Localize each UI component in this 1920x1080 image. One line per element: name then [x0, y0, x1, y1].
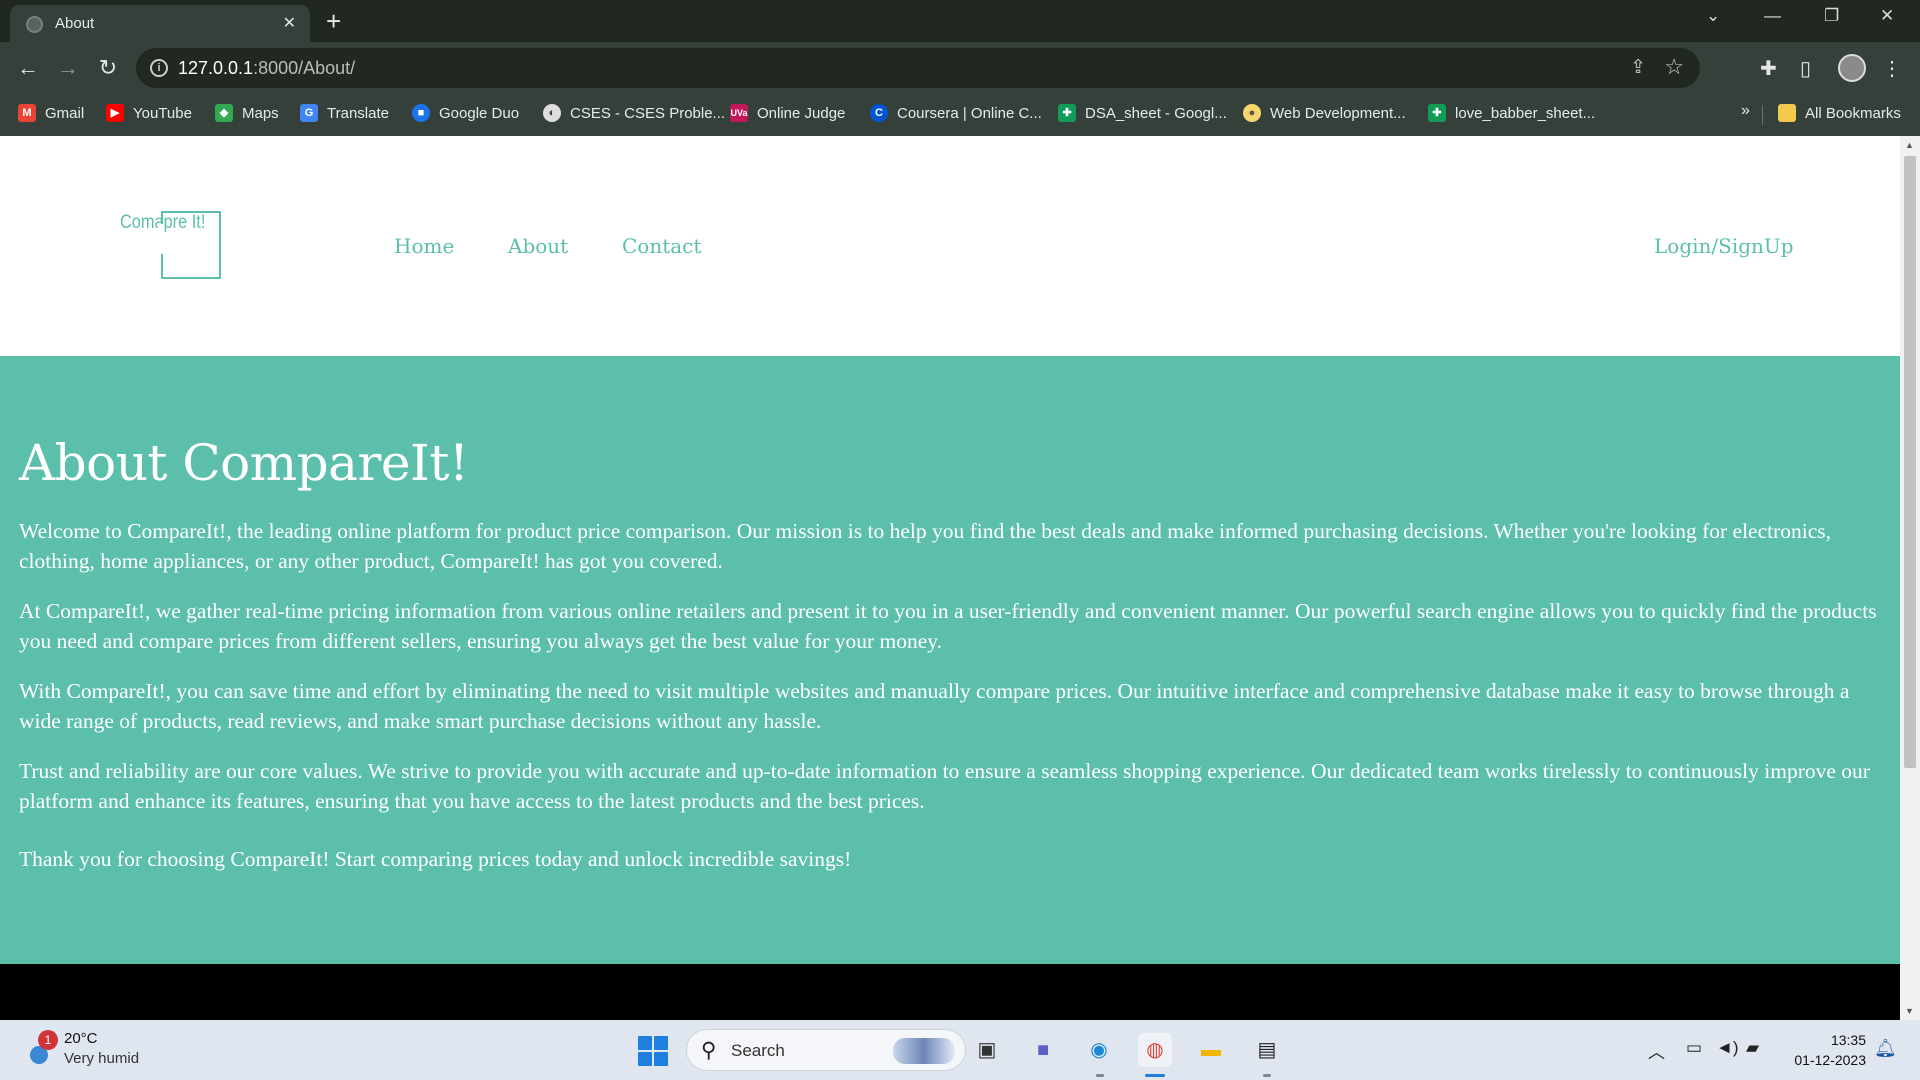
bookmark-cses[interactable]: ◐ CSES - CSES Proble...: [543, 96, 725, 130]
scrollbar-thumb[interactable]: [1904, 156, 1916, 768]
network-icon[interactable]: ▭: [1686, 1038, 1702, 1058]
bookmarks-divider: [1762, 105, 1763, 125]
sheets-icon: ✚: [1058, 104, 1076, 122]
show-hidden-icons-icon[interactable]: ︿: [1648, 1038, 1665, 1063]
search-highlight-image: [893, 1038, 955, 1064]
about-paragraph-5: Thank you for choosing CompareIt! Start …: [19, 847, 852, 871]
browser-toolbar: ← → ↻ i 127.0.0.1:8000/About/ ⇪ ☆ ✚ ▯ ⋮: [0, 42, 1920, 96]
profile-avatar[interactable]: [1838, 54, 1866, 82]
new-tab-icon[interactable]: +: [326, 6, 341, 37]
start-button[interactable]: [638, 1036, 668, 1066]
address-bar[interactable]: i 127.0.0.1:8000/About/ ⇪ ☆: [136, 48, 1700, 88]
clock-time: 13:35: [1830, 1032, 1866, 1048]
search-label: Search: [731, 1041, 785, 1060]
translate-icon: G: [300, 104, 318, 122]
reload-icon[interactable]: ↻: [94, 54, 122, 82]
logo-frame: [161, 211, 221, 279]
weather-badge: 1: [38, 1030, 58, 1050]
chrome-icon[interactable]: ◍: [1138, 1033, 1172, 1067]
scroll-up-icon[interactable]: ▲: [1905, 140, 1914, 150]
bookmark-web-development[interactable]: ● Web Development...: [1243, 96, 1406, 130]
logo-frame-gap: [158, 224, 164, 254]
about-paragraph-1: Welcome to CompareIt!, the leading onlin…: [19, 519, 1832, 573]
site-header: Comapre It! Home About Contact Login/Sig…: [0, 136, 1900, 356]
windows-taskbar: 1 20°C Very humid ⚲ Search ▣ ■ ◉ ◍ ▬ ▤ ︿…: [0, 1020, 1920, 1080]
minimize-icon[interactable]: —: [1764, 6, 1781, 26]
bookmark-translate[interactable]: G Translate: [300, 96, 389, 130]
share-icon[interactable]: ⇪: [1630, 56, 1646, 79]
forward-icon[interactable]: →: [54, 54, 82, 82]
terminal-icon[interactable]: ▤: [1250, 1033, 1284, 1067]
page-title: About CompareIt!: [19, 434, 469, 492]
folder-icon: [1778, 104, 1796, 122]
menu-icon[interactable]: ⋮: [1882, 56, 1902, 81]
scroll-down-icon[interactable]: ▼: [1905, 1006, 1914, 1016]
close-tab-icon[interactable]: ✕: [283, 13, 296, 33]
nav-home[interactable]: Home: [394, 234, 454, 258]
tab-title: About: [55, 15, 95, 32]
web-dev-icon: ●: [1243, 104, 1261, 122]
battery-icon[interactable]: ▰: [1746, 1038, 1759, 1058]
more-bookmarks-icon[interactable]: »: [1741, 102, 1750, 120]
bookmark-youtube[interactable]: ▶ YouTube: [106, 96, 192, 130]
terminal-running-indicator: [1263, 1074, 1271, 1077]
notifications-icon[interactable]: 🔔︎: [1874, 1038, 1897, 1059]
clock[interactable]: 13:35 01-12-2023: [1780, 1030, 1866, 1070]
chrome-active-indicator: [1145, 1074, 1165, 1077]
volume-icon[interactable]: ◄): [1716, 1038, 1739, 1058]
file-explorer-icon[interactable]: ▬: [1194, 1033, 1228, 1067]
teams-chat-icon[interactable]: ■: [1026, 1033, 1060, 1067]
all-bookmarks-folder[interactable]: All Bookmarks: [1778, 96, 1901, 130]
maps-icon: ◆: [215, 104, 233, 122]
about-paragraph-4: Trust and reliability are our core value…: [19, 759, 1870, 813]
bookmark-maps[interactable]: ◆ Maps: [215, 96, 279, 130]
page-scrollbar[interactable]: ▲ ▼: [1900, 136, 1920, 1020]
sheets-icon: ✚: [1428, 104, 1446, 122]
edge-running-indicator: [1096, 1074, 1104, 1077]
bookmarks-bar: M Gmail ▶ YouTube ◆ Maps G Translate ■ Google…: [0, 96, 1920, 136]
bookmark-dsa-sheet[interactable]: ✚ DSA_sheet - Googl...: [1058, 96, 1227, 130]
bookmark-google-duo[interactable]: ■ Google Duo: [412, 96, 519, 130]
close-window-icon[interactable]: ✕: [1880, 6, 1894, 26]
about-paragraph-3: With CompareIt!, you can save time and e…: [19, 679, 1850, 733]
about-section: About CompareIt! Welcome to CompareIt!, …: [0, 356, 1900, 964]
login-signup-link[interactable]: Login/SignUp: [1654, 234, 1794, 258]
gmail-icon: M: [18, 104, 36, 122]
nav-contact[interactable]: Contact: [622, 234, 701, 258]
weather-condition: Very humid: [64, 1050, 140, 1067]
back-icon[interactable]: ←: [14, 54, 42, 82]
side-panel-icon[interactable]: ▯: [1800, 56, 1811, 81]
page-content: Comapre It! Home About Contact Login/Sig…: [0, 136, 1900, 1020]
page-favicon-icon: [26, 16, 43, 33]
tab-about[interactable]: About ✕: [10, 5, 310, 42]
bookmark-online-judge[interactable]: UVa Online Judge: [730, 96, 845, 130]
duo-icon: ■: [412, 104, 430, 122]
bookmark-gmail[interactable]: M Gmail: [18, 96, 84, 130]
edge-icon[interactable]: ◉: [1082, 1033, 1116, 1067]
globe-icon: ◐: [543, 104, 561, 122]
coursera-icon: C: [870, 104, 888, 122]
task-view-icon[interactable]: ▣: [970, 1033, 1004, 1067]
about-paragraph-2: At CompareIt!, we gather real-time prici…: [19, 599, 1877, 653]
bookmark-love-babber-sheet[interactable]: ✚ love_babber_sheet...: [1428, 96, 1595, 130]
search-icon: ⚲: [701, 1039, 717, 1062]
nav-about[interactable]: About: [508, 234, 568, 258]
weather-temperature: 20°C: [64, 1030, 98, 1047]
site-footer: [0, 964, 1900, 1020]
extensions-icon[interactable]: ✚: [1760, 56, 1777, 81]
url-text: 127.0.0.1:8000/About/: [178, 58, 356, 78]
uva-icon: UVa: [730, 104, 748, 122]
clock-date: 01-12-2023: [1794, 1052, 1866, 1068]
bookmark-star-icon[interactable]: ☆: [1664, 54, 1684, 80]
bookmark-coursera[interactable]: C Coursera | Online C...: [870, 96, 1042, 130]
tab-strip: About ✕ + ⌄ — ❐ ✕: [0, 0, 1920, 42]
youtube-icon: ▶: [106, 104, 124, 122]
restore-icon[interactable]: ❐: [1824, 6, 1839, 26]
tab-search-icon[interactable]: ⌄: [1706, 6, 1720, 26]
site-info-icon[interactable]: i: [150, 59, 168, 77]
taskbar-search[interactable]: ⚲ Search: [686, 1029, 966, 1071]
